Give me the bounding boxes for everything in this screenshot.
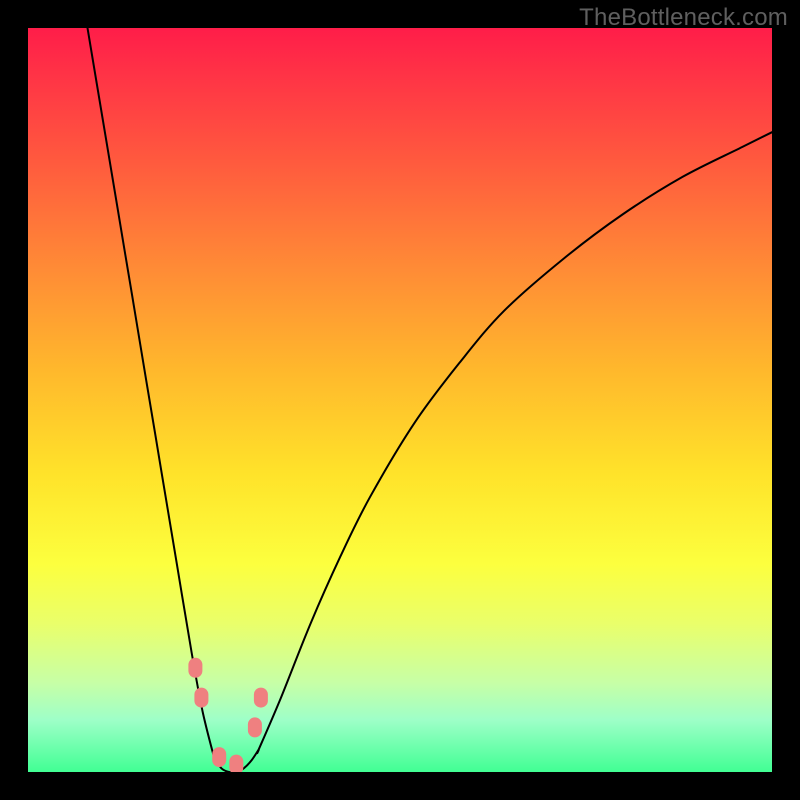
marker-left-marker-lower	[194, 688, 208, 708]
outer-frame: TheBottleneck.com	[0, 0, 800, 800]
marker-right-marker-lower	[248, 717, 262, 737]
marker-left-marker-upper	[188, 658, 202, 678]
marker-floor-marker-left	[212, 747, 226, 767]
marker-right-marker-upper	[254, 688, 268, 708]
plot-area	[28, 28, 772, 772]
marker-floor-marker-mid	[229, 755, 243, 772]
curve-layer	[28, 28, 772, 772]
